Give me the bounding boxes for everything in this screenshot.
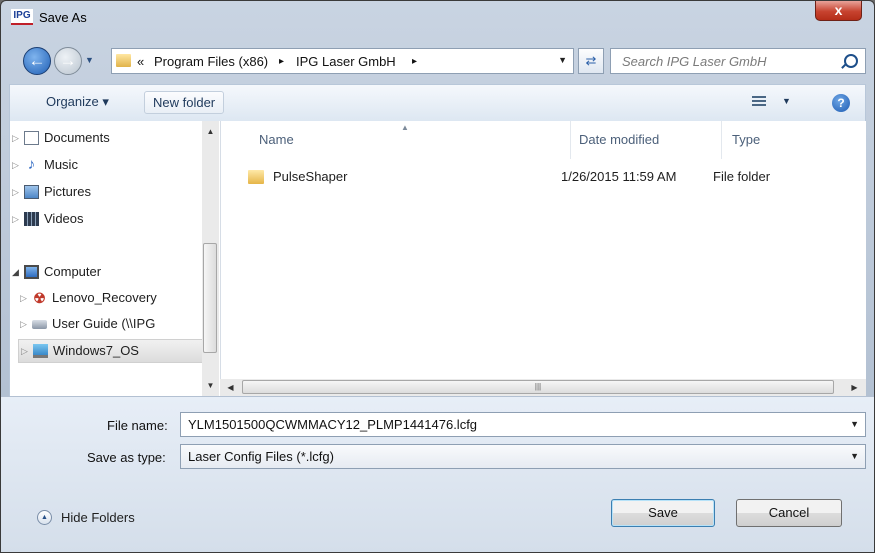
save-as-type-select[interactable]: Laser Config Files (*.lcfg) ▼ <box>180 444 866 469</box>
nav-item-label: Pictures <box>44 184 91 199</box>
search-input[interactable]: Search IPG Laser GmbH <box>610 48 866 74</box>
chevron-up-icon[interactable]: ▲ <box>37 510 52 525</box>
views-icon[interactable] <box>752 96 766 108</box>
scrollbar-thumb[interactable] <box>203 243 217 353</box>
new-folder-button[interactable]: New folder <box>144 91 225 114</box>
breadcrumb-separator[interactable]: ▸ <box>412 56 417 67</box>
computer-icon <box>24 265 39 279</box>
column-divider[interactable] <box>570 121 571 159</box>
nav-item-pictures[interactable]: ▷ Pictures <box>10 181 204 203</box>
forward-button[interactable]: → <box>54 47 82 75</box>
recovery-drive-icon: ☢ <box>33 290 46 306</box>
file-list-horizontal-scrollbar[interactable]: ◀ ||| ▶ <box>220 379 866 396</box>
save-options-panel: File name: YLM1501500QCWMMACY12_PLMP1441… <box>1 397 874 552</box>
breadcrumb-separator[interactable]: ▸ <box>279 56 284 67</box>
expand-arrow-icon[interactable]: ▷ <box>20 287 30 309</box>
sort-ascending-icon: ▲ <box>401 123 409 132</box>
ipg-logo-icon: IPG <box>11 9 33 25</box>
save-as-type-value: Laser Config Files (*.lcfg) <box>188 449 334 464</box>
save-as-type-label: Save as type: <box>87 450 166 465</box>
nav-item-music[interactable]: ▷ ♪ Music <box>10 154 204 176</box>
chevron-down-icon[interactable]: ▼ <box>782 96 791 106</box>
help-icon[interactable]: ? <box>832 94 850 112</box>
nav-item-computer[interactable]: ◢ Computer <box>10 261 204 283</box>
nav-item-label: User Guide (\\IPG <box>52 316 156 331</box>
nav-item-label: Videos <box>44 211 84 226</box>
column-header-type[interactable]: Type <box>732 121 760 159</box>
search-icon[interactable] <box>844 54 858 68</box>
breadcrumb-overflow[interactable]: « <box>137 54 144 69</box>
pictures-icon <box>24 185 39 199</box>
hide-folders-label: Hide Folders <box>61 510 135 525</box>
cancel-button[interactable]: Cancel <box>736 499 842 527</box>
file-row[interactable]: PulseShaper 1/26/2015 11:59 AM File fold… <box>239 166 849 188</box>
file-name-input[interactable]: YLM1501500QCWMMACY12_PLMP1441476.lcfg ▼ <box>180 412 866 437</box>
file-name: PulseShaper <box>273 169 348 184</box>
scrollbar-thumb[interactable]: ||| <box>242 380 834 394</box>
organize-button[interactable]: Organize ▾ <box>38 91 117 114</box>
expand-arrow-icon[interactable]: ▷ <box>12 208 22 230</box>
search-placeholder: Search IPG Laser GmbH <box>622 54 767 69</box>
save-button[interactable]: Save <box>611 499 715 527</box>
expand-arrow-icon[interactable]: ▷ <box>20 313 30 335</box>
collapse-arrow-icon[interactable]: ◢ <box>12 261 22 283</box>
address-bar[interactable]: « Program Files (x86) ▸ IPG Laser GmbH ▸… <box>111 48 574 74</box>
videos-icon <box>24 212 39 226</box>
nav-item-label: Windows7_OS <box>53 343 139 358</box>
column-header-date-modified[interactable]: Date modified <box>579 121 659 159</box>
refresh-button[interactable]: ⇄ <box>578 48 604 74</box>
expand-arrow-icon[interactable]: ▷ <box>12 154 22 176</box>
file-type: File folder <box>713 169 771 184</box>
close-button[interactable]: x <box>815 1 862 21</box>
breadcrumb-ipg-laser[interactable]: IPG Laser GmbH <box>296 54 396 69</box>
address-row: ← → ▼ « Program Files (x86) ▸ IPG Laser … <box>1 38 874 84</box>
file-name-value: YLM1501500QCWMMACY12_PLMP1441476.lcfg <box>188 417 478 432</box>
breadcrumb-program-files[interactable]: Program Files (x86) <box>154 54 268 69</box>
network-drive-icon <box>32 320 47 329</box>
folder-icon <box>248 170 264 184</box>
documents-icon <box>24 131 39 145</box>
navigation-pane[interactable]: ▷ Documents ▷ ♪ Music ▷ Pictures ▷ Video… <box>9 121 221 396</box>
column-header-name[interactable]: Name <box>259 121 294 159</box>
nav-item-lenovo-recovery[interactable]: ▷ ☢ Lenovo_Recovery <box>18 287 204 309</box>
expand-arrow-icon[interactable]: ▷ <box>12 181 22 203</box>
nav-vertical-scrollbar[interactable]: ▲ ▼ <box>202 121 219 396</box>
save-as-dialog: IPG Save As x ← → ▼ « Program Files (x86… <box>0 0 875 553</box>
file-date-modified: 1/26/2015 11:59 AM <box>561 169 677 184</box>
command-bar: Organize ▾ New folder ▼ ? <box>9 84 866 121</box>
back-button[interactable]: ← <box>23 47 51 75</box>
chevron-down-icon[interactable]: ▼ <box>850 413 859 436</box>
nav-item-videos[interactable]: ▷ Videos <box>10 208 204 230</box>
chevron-down-icon[interactable]: ▼ <box>850 445 859 468</box>
file-list[interactable]: ▲ Name Date modified Type PulseShaper 1/… <box>220 121 866 396</box>
scroll-down-arrow-icon[interactable]: ▼ <box>202 377 219 394</box>
expand-arrow-icon[interactable]: ▷ <box>12 127 22 149</box>
music-icon: ♪ <box>27 156 36 173</box>
nav-item-user-guide[interactable]: ▷ User Guide (\\IPG <box>18 313 204 335</box>
nav-item-label: Music <box>44 157 78 172</box>
scroll-right-arrow-icon[interactable]: ▶ <box>846 379 863 396</box>
chevron-down-icon[interactable]: ▼ <box>558 55 567 65</box>
column-divider[interactable] <box>721 121 722 159</box>
window-title: Save As <box>39 10 87 25</box>
nav-item-documents[interactable]: ▷ Documents <box>10 127 204 149</box>
recent-locations-dropdown[interactable]: ▼ <box>85 55 94 65</box>
nav-item-label: Computer <box>44 264 102 279</box>
nav-item-windows7-os[interactable]: ▷ Windows7_OS <box>18 339 204 363</box>
scroll-up-arrow-icon[interactable]: ▲ <box>202 123 219 140</box>
file-name-label: File name: <box>107 418 168 433</box>
nav-item-label: Lenovo_Recovery <box>52 290 157 305</box>
folder-icon <box>116 54 131 67</box>
title-bar: IPG Save As x <box>1 1 874 37</box>
os-drive-icon <box>33 344 48 358</box>
nav-item-label: Documents <box>44 130 110 145</box>
expand-arrow-icon[interactable]: ▷ <box>21 340 31 362</box>
scroll-left-arrow-icon[interactable]: ◀ <box>222 379 239 396</box>
